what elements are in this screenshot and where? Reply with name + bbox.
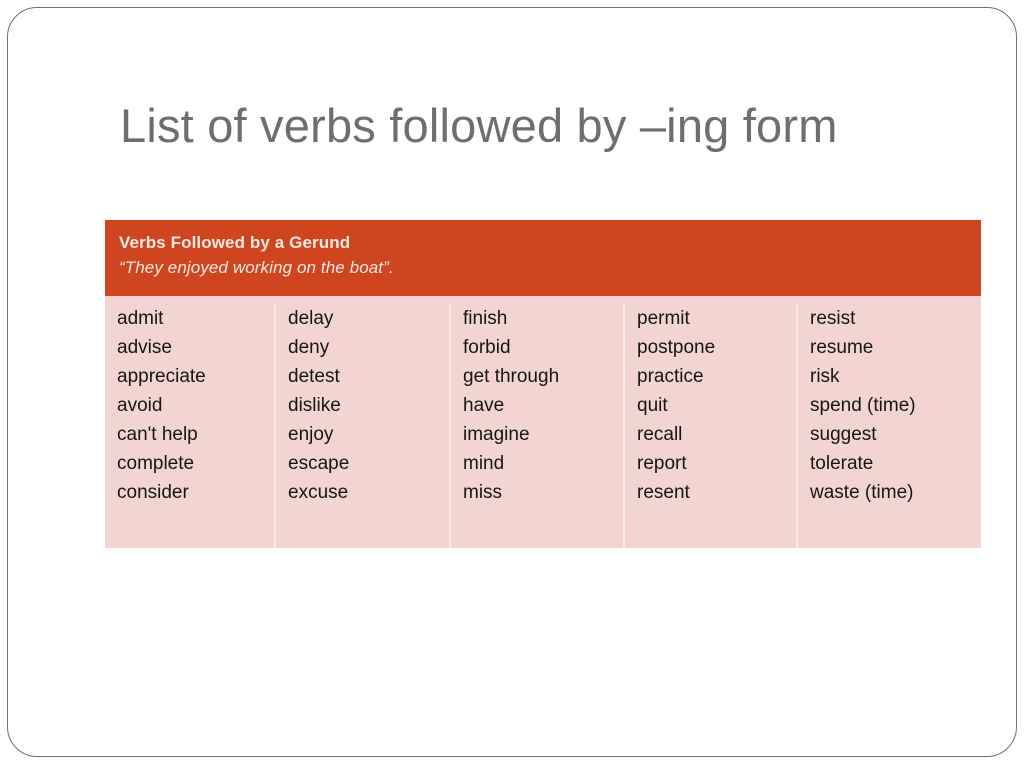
- verb-item: complete: [117, 453, 195, 474]
- verb-item: resent: [637, 482, 690, 503]
- verb-item: can't help: [117, 424, 198, 445]
- verb-item: report: [637, 453, 687, 474]
- verb-item: practice: [637, 366, 704, 387]
- verb-item: admit: [117, 308, 164, 329]
- verb-column-2: delay deny detest dislike enjoy escape e…: [276, 304, 451, 548]
- verb-item: finish: [463, 308, 508, 329]
- verb-item: escape: [288, 453, 350, 474]
- table-body: admit advise appreciate avoid can't help…: [105, 296, 981, 548]
- verb-item: recall: [637, 424, 683, 445]
- verb-table: Verbs Followed by a Gerund “They enjoyed…: [105, 220, 981, 548]
- verb-item: appreciate: [117, 366, 206, 387]
- verb-item: mind: [463, 453, 505, 474]
- verb-item: postpone: [637, 337, 716, 358]
- slide-frame: List of verbs followed by –ing form Verb…: [7, 7, 1017, 757]
- page-title: List of verbs followed by –ing form: [120, 99, 838, 152]
- verb-item: advise: [117, 337, 172, 358]
- verb-item: detest: [288, 366, 340, 387]
- verb-item: have: [463, 395, 505, 416]
- verb-item: dislike: [288, 395, 341, 416]
- verb-item: forbid: [463, 337, 511, 358]
- verb-item: resist: [810, 308, 856, 329]
- verb-item: excuse: [288, 482, 349, 503]
- verb-item: enjoy: [288, 424, 334, 445]
- verb-item: suggest: [810, 424, 877, 445]
- verb-item: risk: [810, 366, 840, 387]
- verb-item: consider: [117, 482, 189, 503]
- verb-item: delay: [288, 308, 334, 329]
- verb-item: deny: [288, 337, 330, 358]
- verb-item: resume: [810, 337, 874, 358]
- verb-item: permit: [637, 308, 690, 329]
- verb-item: miss: [463, 482, 503, 503]
- table-header-title: Verbs Followed by a Gerund: [119, 233, 351, 252]
- table-header-example: “They enjoyed working on the boat”.: [119, 258, 394, 277]
- verb-column-4: permit postpone practice quit recall rep…: [625, 304, 798, 548]
- verb-item: spend (time): [810, 395, 916, 416]
- verb-item: quit: [637, 395, 668, 416]
- verb-column-3: finish forbid get through have imagine m…: [451, 304, 625, 548]
- verb-item: avoid: [117, 395, 163, 416]
- verb-item: imagine: [463, 424, 530, 445]
- verb-column-1: admit advise appreciate avoid can't help…: [105, 304, 276, 548]
- verb-item: waste (time): [810, 482, 914, 503]
- verb-item: tolerate: [810, 453, 874, 474]
- verb-column-5: resist resume risk spend (time) suggest …: [798, 304, 981, 548]
- verb-item: get through: [463, 366, 560, 387]
- table-header: Verbs Followed by a Gerund “They enjoyed…: [105, 220, 981, 296]
